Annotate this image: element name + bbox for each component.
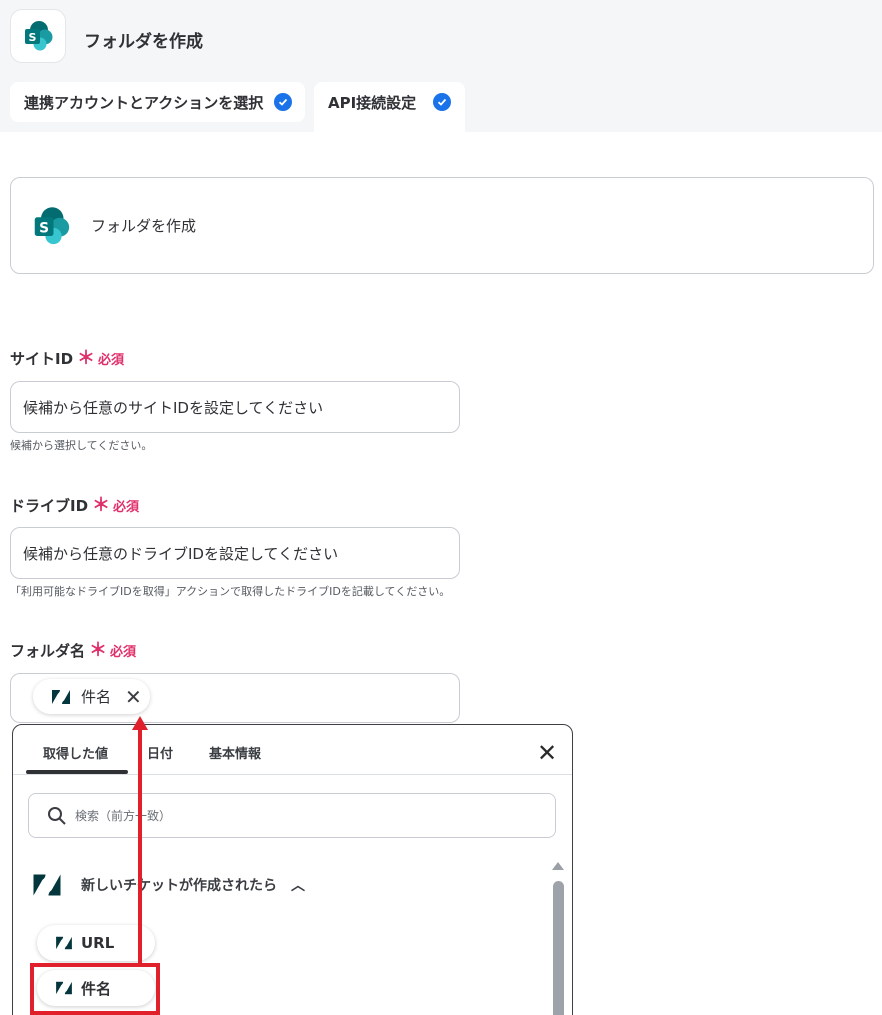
trigger-section-header[interactable]: 新しいチケットが作成されたら ︿ [31,873,305,897]
search-input[interactable]: 検索（前方一致） [28,793,556,838]
tab-date[interactable]: 日付 [147,743,173,762]
required-badge: ＊ 必須 [77,349,124,368]
site-id-label: サイトID ＊ 必須 [10,348,124,369]
value-chip[interactable]: 件名 ✕ [33,679,150,714]
required-text: 必須 [110,645,137,660]
field-label-text: サイトID [10,350,74,368]
svg-text:S: S [39,220,49,236]
page: S フォルダを作成 連携アカウントとアクションを選択 API接続設定 S フォル… [0,0,882,1015]
page-title: フォルダを作成 [84,32,203,52]
required-text: 必須 [113,500,140,515]
required-badge: ＊ 必須 [92,496,139,515]
site-id-input[interactable] [10,381,460,433]
annotation-arrow-head [132,716,148,730]
tab-retrieved-values[interactable]: 取得した値 [43,743,108,762]
remove-chip-icon[interactable]: ✕ [125,687,142,707]
drive-id-label: ドライブID ＊ 必須 [10,495,139,516]
tab-select-account-action[interactable]: 連携アカウントとアクションを選択 [10,82,305,122]
drive-id-help: 「利用可能なドライブIDを取得」アクションで取得したドライブIDを記載してくださ… [10,585,451,598]
field-label-text: ドライブID [10,497,89,515]
site-id-help: 候補から選択してください。 [10,439,153,452]
svg-text:S: S [29,31,37,44]
tab-label: 連携アカウントとアクションを選択 [24,93,264,112]
zendesk-icon [52,689,70,704]
close-icon[interactable]: ✕ [537,741,557,765]
tab-basic-info[interactable]: 基本情報 [209,743,261,762]
sharepoint-logo-icon: S [31,206,71,250]
scrollbar-thumb[interactable] [553,881,564,1015]
zendesk-icon [56,936,72,950]
search-placeholder: 検索（前方一致） [75,809,172,823]
required-star: ＊ [89,639,108,661]
chip-label: 件名 [81,688,112,706]
field-label-text: フォルダ名 [10,642,86,660]
sharepoint-logo-icon: S [25,21,53,51]
search-icon [48,806,66,825]
action-card: S フォルダを作成 [10,177,874,274]
action-label: フォルダを作成 [91,217,197,235]
required-star: ＊ [92,494,111,516]
highlight-box [30,963,160,1015]
folder-name-label: フォルダ名 ＊ 必須 [10,640,136,661]
app-icon-tile: S [10,9,66,63]
check-circle-icon [433,93,451,111]
scroll-up-arrow[interactable] [552,862,564,870]
required-star: ＊ [77,347,96,369]
value-item-label: URL [81,934,115,952]
tab-api-settings[interactable]: API接続設定 [314,82,465,132]
zendesk-icon [33,874,61,896]
tab-label: API接続設定 [328,94,417,112]
tab-divider [13,774,572,775]
section-title: 新しいチケットが作成されたら [81,878,277,894]
required-badge: ＊ 必須 [89,641,136,660]
chevron-up-icon: ︿ [291,878,305,894]
annotation-arrow-line [138,730,142,966]
drive-id-input[interactable] [10,527,460,579]
check-circle-icon [274,93,292,111]
required-text: 必須 [98,353,125,368]
